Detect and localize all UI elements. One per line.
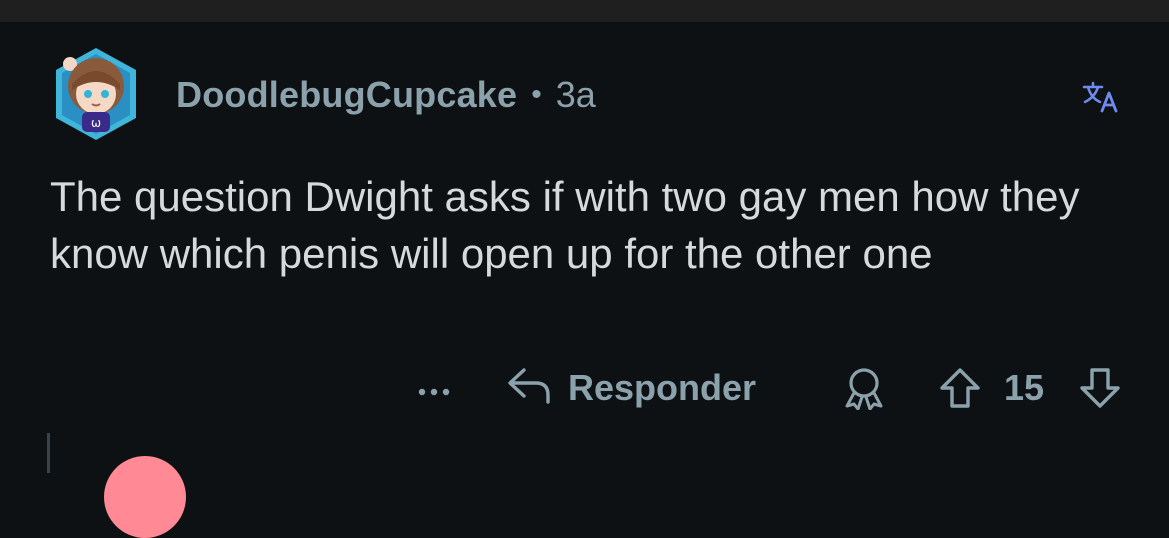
reply-avatar[interactable] [104, 456, 186, 538]
separator-dot: • [531, 78, 542, 111]
comment-header: DoodlebugCupcake • 3a [176, 72, 596, 118]
more-options-icon[interactable] [412, 368, 456, 408]
timestamp: 3a [555, 74, 596, 115]
reply-arrow-icon [506, 362, 552, 415]
vote-score: 15 [1004, 367, 1045, 408]
thread-line[interactable] [47, 433, 50, 473]
svg-text:ω: ω [91, 116, 101, 130]
downvote-arrow-icon[interactable] [1078, 366, 1122, 410]
reply-label: Responder [568, 367, 757, 408]
comment-actions: Responder 15 [0, 360, 1169, 416]
translate-icon[interactable] [1080, 80, 1122, 114]
username[interactable]: DoodlebugCupcake [176, 74, 517, 116]
award-icon[interactable] [840, 366, 888, 411]
top-bar [0, 0, 1169, 22]
user-avatar[interactable]: ω [50, 44, 142, 144]
reply-button[interactable]: Responder [506, 364, 756, 412]
upvote-arrow-icon[interactable] [938, 366, 982, 410]
comment-body: The question Dwight asks if with two gay… [50, 173, 1080, 277]
